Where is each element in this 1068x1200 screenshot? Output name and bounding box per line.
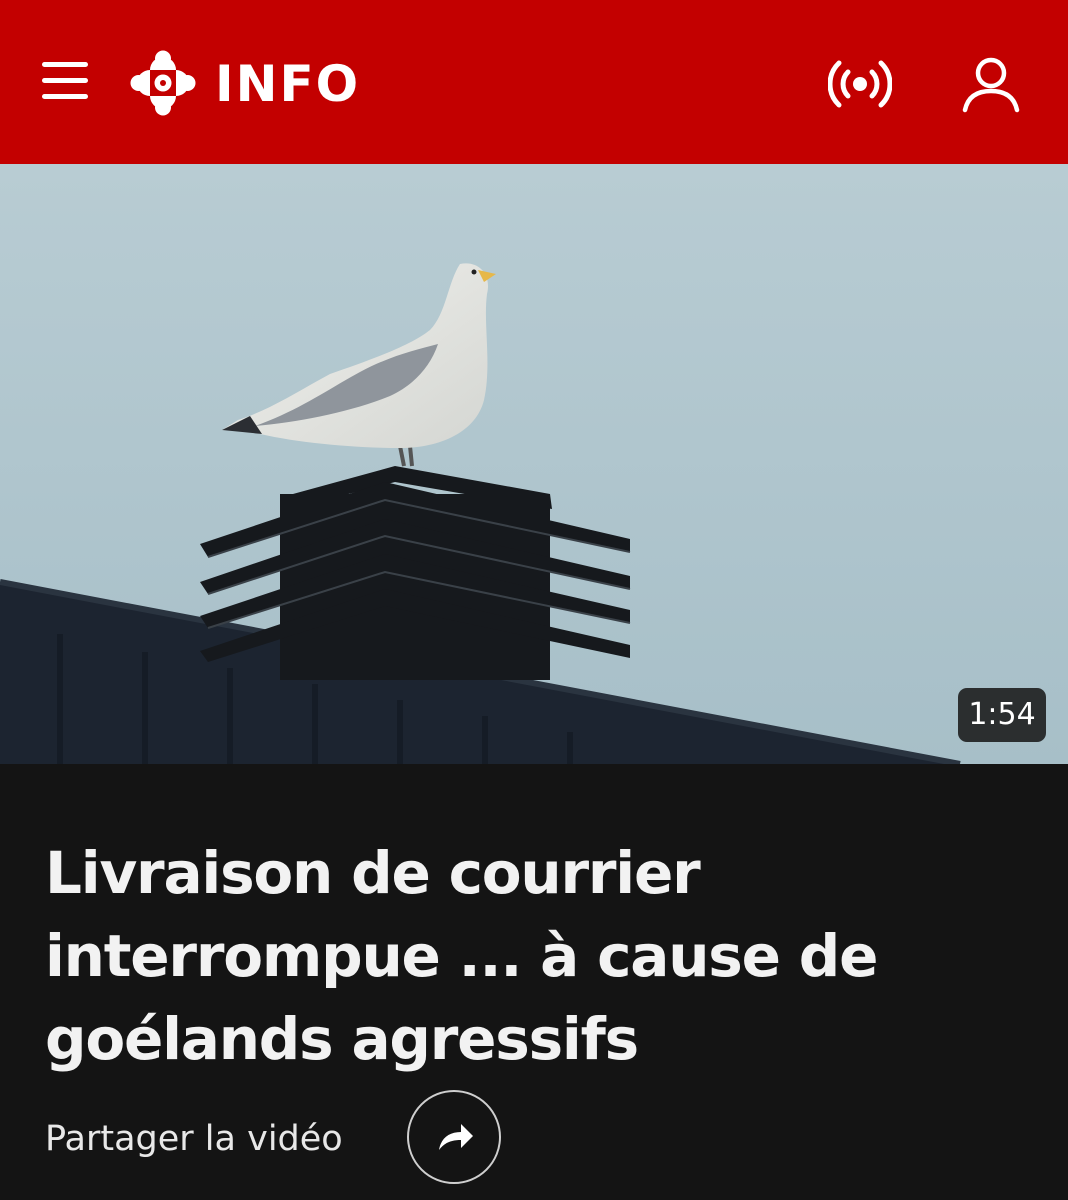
menu-button[interactable] — [40, 58, 90, 104]
live-radio-icon — [827, 60, 893, 108]
brand-name: INFO — [215, 55, 361, 113]
share-button[interactable] — [407, 1090, 501, 1184]
share-video-label[interactable]: Partager la vidéo — [45, 1118, 343, 1160]
article-title[interactable]: Livraison de courrier interrompue ... à … — [45, 832, 1005, 1081]
menu-icon-bar — [42, 94, 88, 99]
account-button[interactable] — [958, 52, 1024, 118]
video-duration-badge: 1:54 — [958, 688, 1046, 742]
cbc-gem-logo — [130, 50, 196, 116]
top-app-bar: INFO — [0, 0, 1068, 164]
user-icon — [962, 57, 1020, 113]
seagull-on-roof-image — [0, 164, 1068, 764]
live-radio-button[interactable] — [827, 52, 893, 116]
menu-icon-bar — [42, 78, 88, 83]
video-thumbnail[interactable] — [0, 164, 1068, 764]
menu-icon-bar — [42, 62, 88, 67]
share-arrow-icon — [439, 1124, 473, 1150]
share-row: Partager la vidéo — [45, 1090, 745, 1190]
